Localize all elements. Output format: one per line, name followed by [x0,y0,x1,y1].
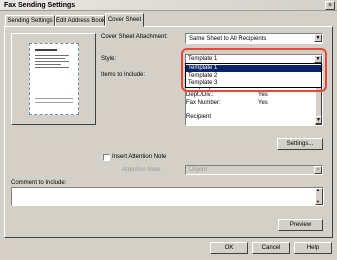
tab-edit-address-book[interactable]: Edit Address Book [55,15,105,26]
attachment-value: Same Sheet to All Recipients [189,36,267,42]
attention-field-label: Attention Note: [122,167,162,173]
tab-sending-settings[interactable]: Sending Settings [5,15,55,26]
preview-button[interactable]: Preview [278,219,323,231]
attention-value: Urgent [189,167,208,173]
comment-field[interactable] [11,187,324,206]
style-label: Style: [101,56,117,62]
list-item[interactable]: Dept./Div.: Yes [186,91,306,99]
tab-cover-sheet[interactable]: Cover Sheet [105,13,144,27]
preview-line [35,61,69,62]
preview-line [35,55,69,56]
ok-button[interactable]: OK [210,242,248,254]
attention-note-label: Insert Attention Note [112,154,167,160]
scroll-up-icon[interactable]: ▲ [316,187,320,193]
chevron-down-icon[interactable]: ▼ [314,34,322,42]
preview-line [35,58,65,59]
attention-note-checkbox[interactable] [103,154,110,161]
preview-line [35,64,61,65]
items-label: Items to Include: [101,72,146,78]
preview-line [35,98,73,99]
preview-line [35,67,69,68]
preview-heading-line [35,49,57,51]
help-button[interactable]: Help [294,242,332,254]
list-item[interactable]: Recipient [186,113,306,121]
settings-button[interactable]: Settings... [277,138,323,150]
scroll-down-icon[interactable]: ▼ [315,116,322,124]
attachment-label: Cover Sheet Attachment: [101,34,168,40]
scroll-down-icon[interactable]: ▼ [316,199,320,205]
attachment-dropdown[interactable]: Same Sheet to All Recipients ▼ [185,33,323,44]
preview-line [35,102,73,103]
highlight-box [181,48,327,92]
cover-preview-page [29,43,79,115]
chevron-down-icon[interactable]: ▼ [314,166,322,174]
list-item[interactable]: Fax Number: Yes [186,99,306,107]
comment-label: Comment to Include: [11,180,67,186]
attention-dropdown[interactable]: Urgent ▼ [185,165,323,175]
window-title: Fax Sending Settings [4,2,76,9]
cancel-button[interactable]: Cancel [252,242,290,254]
close-button[interactable]: × [325,1,335,10]
